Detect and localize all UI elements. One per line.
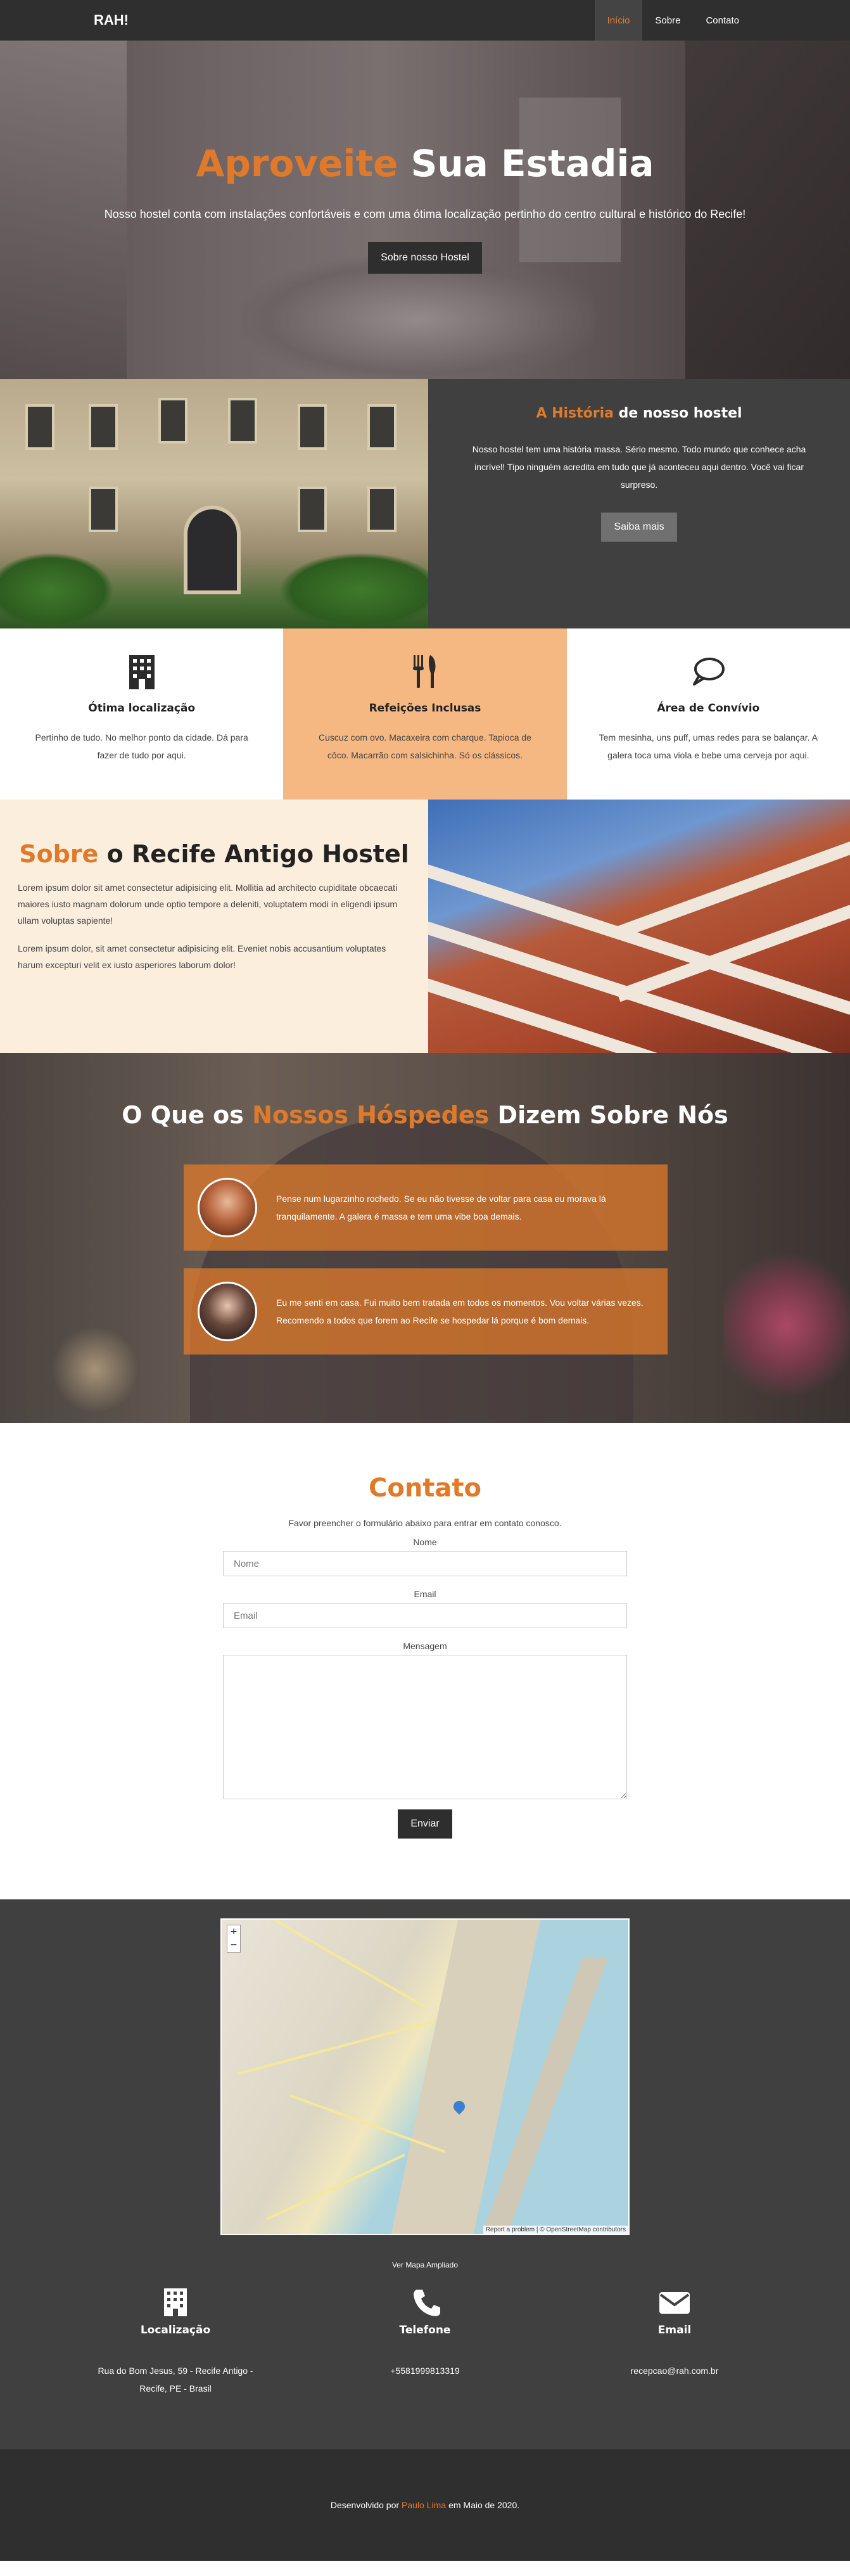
history-paragraph: Nosso hostel tem uma história massa. Sér… [472,444,806,490]
footer-prefix: Desenvolvido por [330,2500,400,2510]
info-text[interactable]: recepcao@rah.com.br [550,2362,799,2380]
about-building-image [428,800,850,1053]
chat-bubble-icon [693,658,725,685]
phone-icon [414,2290,440,2316]
building-icon [129,655,155,689]
about-paragraph: Lorem ipsum dolor sit amet consectetur a… [18,883,398,926]
testimonials-background-flowers [723,1243,850,1408]
history-building-image [0,379,428,628]
contact-intro: Favor preencher o formulário abaixo para… [288,1518,562,1528]
map-zoom-control: + − [227,1925,241,1953]
info-location: Localização Rua do Bom Jesus, 59 - Recif… [51,2287,300,2397]
email-label: Email [414,1589,436,1599]
hero-title: Aproveite Sua Estadia [0,142,850,185]
testimonials-title-accent: Nossos Hóspedes [252,1101,490,1129]
history-text: A História de nosso hostel Nosso hostel … [428,379,850,628]
history-title-rest: de nosso hostel [618,405,742,421]
about-section: Sobre o Recife Antigo Hostel Lorem ipsum… [0,800,850,1053]
info-email: Email recepcao@rah.com.br [550,2287,799,2397]
hero-section: Aproveite Sua Estadia Nosso hostel conta… [0,41,850,379]
testimonials-title-end: Dizem Sobre Nós [497,1101,728,1129]
brand-logo[interactable]: RAH! [94,12,129,29]
nav-links: Início Sobre Contato [594,0,752,41]
testimonials-title-start: O Que os [122,1101,244,1129]
about-title-accent: Sobre [19,840,99,868]
hero-title-rest: Sua Estadia [410,142,654,185]
hero-content: Aproveite Sua Estadia Nosso hostel conta… [0,142,850,274]
name-label: Nome [413,1537,437,1547]
hero-title-accent: Aproveite [196,142,398,185]
map-attribution[interactable]: Report a problem | © OpenStreetMap contr… [483,2226,628,2234]
testimonial-card: Pense num lugarzinho rochedo. Se eu não … [184,1164,668,1251]
message-field[interactable] [223,1655,627,1799]
name-field[interactable] [223,1551,627,1576]
feature-title: Refeições Inclusas [369,702,481,715]
building-icon [164,2288,187,2316]
envelope-icon [659,2292,690,2314]
hero-subtitle: Nosso hostel conta com instalações confo… [104,208,746,220]
footer: Desenvolvido por Paulo Lima em Maio de 2… [0,2449,850,2561]
info-title: Localização [140,2324,211,2337]
contact-info: Localização Rua do Bom Jesus, 59 - Recif… [0,2287,850,2397]
feature-location: Ótima localização Pertinho de tudo. No m… [0,628,283,800]
email-field[interactable] [223,1603,627,1628]
testimonials-background-lights [0,1319,190,1420]
testimonial-card: Eu me senti em casa. Fui muito bem trata… [184,1268,668,1355]
view-larger-map-link[interactable]: Ver Mapa Ampliado [0,2260,850,2269]
utensils-icon [412,655,436,688]
avatar [198,1178,257,1237]
footer-suffix: em Maio de 2020. [448,2500,520,2510]
about-paragraph: Lorem ipsum dolor, sit amet consectetur … [18,943,386,970]
feature-meals: Refeições Inclusas Cuscuz com ovo. Macax… [283,628,567,800]
history-section: A História de nosso hostel Nosso hostel … [0,379,850,628]
testimonial-text: Eu me senti em casa. Fui muito bem trata… [276,1298,644,1325]
history-title-accent: A História [536,405,614,421]
info-text[interactable]: +5581999813319 [300,2362,550,2380]
feature-title: Área de Convívio [657,702,760,715]
feature-text: Tem mesinha, uns puff, umas redes para s… [599,732,818,760]
testimonials-section: O Que os Nossos Hóspedes Dizem Sobre Nós… [0,1053,850,1423]
navbar: RAH! Início Sobre Contato [0,0,850,41]
about-title-rest: o Recife Antigo Hostel [106,840,409,868]
nav-link-sobre[interactable]: Sobre [642,0,693,41]
info-phone: Telefone +5581999813319 [300,2287,550,2397]
map-zoom-out-button[interactable]: − [227,1939,240,1952]
author-link[interactable]: Paulo Lima [402,2500,446,2510]
location-section: + − Report a problem | © OpenStreetMap c… [0,1899,850,2449]
info-title: Telefone [399,2324,451,2337]
hero-background-bed [241,256,595,379]
map[interactable]: + − Report a problem | © OpenStreetMap c… [220,1918,630,2235]
feature-text: Cuscuz com ovo. Macaxeira com charque. T… [319,732,531,760]
nav-link-contato[interactable]: Contato [693,0,752,41]
feature-title: Ótima localização [88,702,196,715]
nav-link-inicio[interactable]: Início [594,0,643,41]
features-section: Ótima localização Pertinho de tudo. No m… [0,628,850,800]
message-label: Mensagem [403,1641,447,1651]
contact-title: Contato [368,1474,482,1503]
avatar [198,1282,257,1341]
feature-text: Pertinho de tudo. No melhor ponto da cid… [35,732,248,760]
testimonial-text: Pense num lugarzinho rochedo. Se eu não … [276,1194,606,1221]
info-text: Rua do Bom Jesus, 59 - Recife Antigo - R… [98,2366,253,2394]
about-hostel-button[interactable]: Sobre nosso Hostel [368,242,482,274]
send-button[interactable]: Enviar [398,1809,452,1839]
about-title: Sobre o Recife Antigo Hostel [18,840,410,868]
contact-section: Contato Favor preencher o formulário aba… [0,1423,850,1899]
testimonials-title: O Que os Nossos Hóspedes Dizem Sobre Nós [0,1101,850,1129]
learn-more-button[interactable]: Saiba mais [601,513,677,542]
history-title: A História de nosso hostel [466,405,812,421]
about-text: Sobre o Recife Antigo Hostel Lorem ipsum… [0,800,428,1053]
feature-common-area: Área de Convívio Tem mesinha, uns puff, … [567,628,850,800]
map-zoom-in-button[interactable]: + [227,1925,240,1939]
info-title: Email [657,2324,692,2337]
